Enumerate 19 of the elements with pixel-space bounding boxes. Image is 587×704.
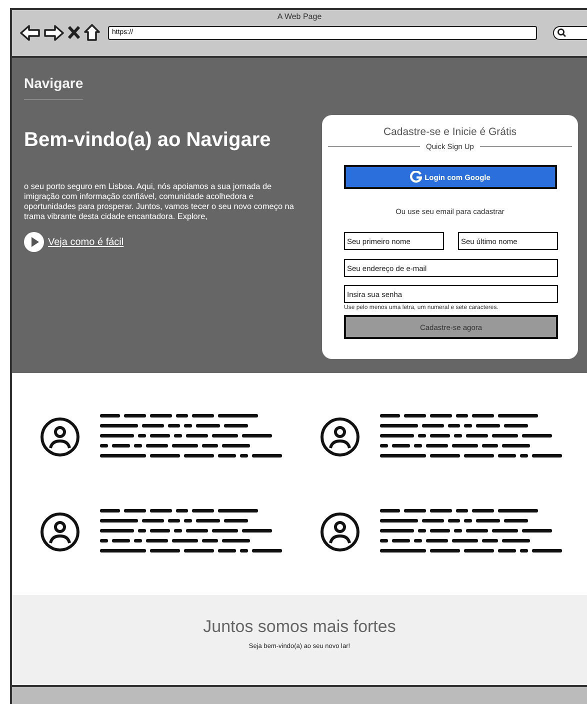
search-field[interactable]: [553, 26, 587, 40]
footer-title: Juntos somos mais fortes: [203, 617, 396, 637]
window-title: A Web Page: [276, 11, 323, 21]
hero-link[interactable]: Veja como é fácil: [48, 236, 124, 248]
user-icon: [40, 416, 80, 456]
hero-title: Bem-vindo(a) ao Navigare: [24, 129, 272, 152]
play-icon[interactable]: [24, 232, 44, 252]
brand-name[interactable]: Navigare: [24, 58, 84, 100]
back-icon[interactable]: [20, 24, 40, 40]
forward-icon[interactable]: [44, 24, 64, 40]
search-icon: [557, 28, 566, 37]
close-icon[interactable]: [68, 26, 80, 39]
user-icon: [320, 416, 360, 456]
google-g-icon: [410, 171, 422, 183]
user-icon: [40, 512, 80, 552]
home-icon[interactable]: [84, 24, 100, 41]
user-icon: [320, 512, 360, 552]
hero-text: o seu porto seguro em Lisboa. Aqui, nós apoiamos a sua jornada de imigração com informação confiável, comunidade acolhedora e oportunidades para prosperar. Juntos, vamos tecer o seu novo começo na trama vibrante desta cidade encantadora. Explore,: [24, 182, 295, 222]
signup-title: Cadastre-se e Inicie é Grátis: [382, 126, 518, 138]
